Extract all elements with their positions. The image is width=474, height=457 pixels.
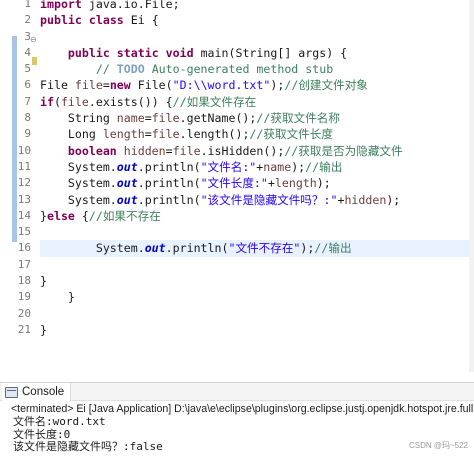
line-number: 3 [24,29,31,43]
console-output[interactable]: 文件名:word.txt 文件长度:0 该文件是隐藏文件吗？:false [13,415,163,454]
fold-toggle-icon[interactable]: ⊖ [30,35,37,44]
line-number: 9 [24,127,31,141]
code-line: if(file.exists()) {//如果文件存在 [40,94,257,109]
console-status: <terminated> Ei [Java Application] D:\ja… [11,403,474,415]
console-icon [5,386,18,398]
line-number: 21 [17,322,31,336]
line-number: 14 [17,208,31,222]
code-line: String name=file.getName();//获取文件名称 [40,111,340,126]
current-code-line: System.out.println("文件不存在");//输出 [40,240,474,257]
line-number: 10 [17,143,31,157]
line-number: 1 [24,0,31,10]
line-number: 2 [24,13,31,27]
code-line: public static void main(String[] args) { [67,45,348,60]
code-line: boolean hidden=file.isHidden();//获取是否为隐藏… [40,143,403,158]
task-marker-icon[interactable] [32,57,37,65]
line-number: 20 [17,306,31,320]
watermark: CSDN @玛~522 [408,441,468,450]
line-number: 4 [24,45,31,59]
console-output-line: 该文件是隐藏文件吗？:false [13,440,163,454]
console-tab-bar: Console [0,383,474,401]
line-number: 7 [24,94,31,108]
code-line: Long length=file.length();//获取文件长度 [40,127,333,142]
code-line: public class Ei { [40,13,159,28]
line-number: 5 [24,62,31,76]
code-line: System.out.println("文件名:"+name);//输出 [40,159,343,174]
code-line: import java.io.File; [40,0,180,11]
code-line: } [40,274,47,289]
overview-ruler[interactable] [469,0,474,372]
console-tab-label: Console [22,386,65,398]
code-line: } [40,290,75,305]
line-number: 13 [17,192,31,206]
tab-console[interactable]: Console [2,383,72,401]
code-line: File file=new File("D:\\word.txt");//创建文… [40,78,368,93]
code-area[interactable]: import java.io.File; public class Ei { p… [40,0,474,338]
line-number: 15 [17,225,31,239]
code-line: System.out.println("该文件是隐藏文件吗？:"+hidden)… [40,192,401,207]
line-numbers: 1 2 3 4 5 6 7 8 9 10 11 12 13 14 15 16 1… [0,0,33,338]
line-number: 6 [24,78,31,92]
code-editor[interactable]: 1 2 3 4 5 6 7 8 9 10 11 12 13 14 15 16 1… [0,0,474,372]
code-line: // TODO Auto-generated method stub [95,62,334,77]
code-line: } [40,322,47,337]
editor-gutter: 1 2 3 4 5 6 7 8 9 10 11 12 13 14 15 16 1… [0,0,37,372]
line-number: 17 [17,257,31,271]
code-line: }else {//如果不存在 [40,208,161,223]
line-number: 11 [17,159,31,173]
line-number: 19 [17,290,31,304]
line-number: 18 [17,274,31,288]
line-number: 16 [17,241,31,255]
console-view: Console <terminated> Ei [Java Applicatio… [0,382,474,457]
line-number: 12 [17,176,31,190]
code-line: System.out.println("文件长度:"+length); [40,176,331,191]
line-number: 8 [24,111,31,125]
console-output-line: 文件名:word.txt [13,415,106,428]
